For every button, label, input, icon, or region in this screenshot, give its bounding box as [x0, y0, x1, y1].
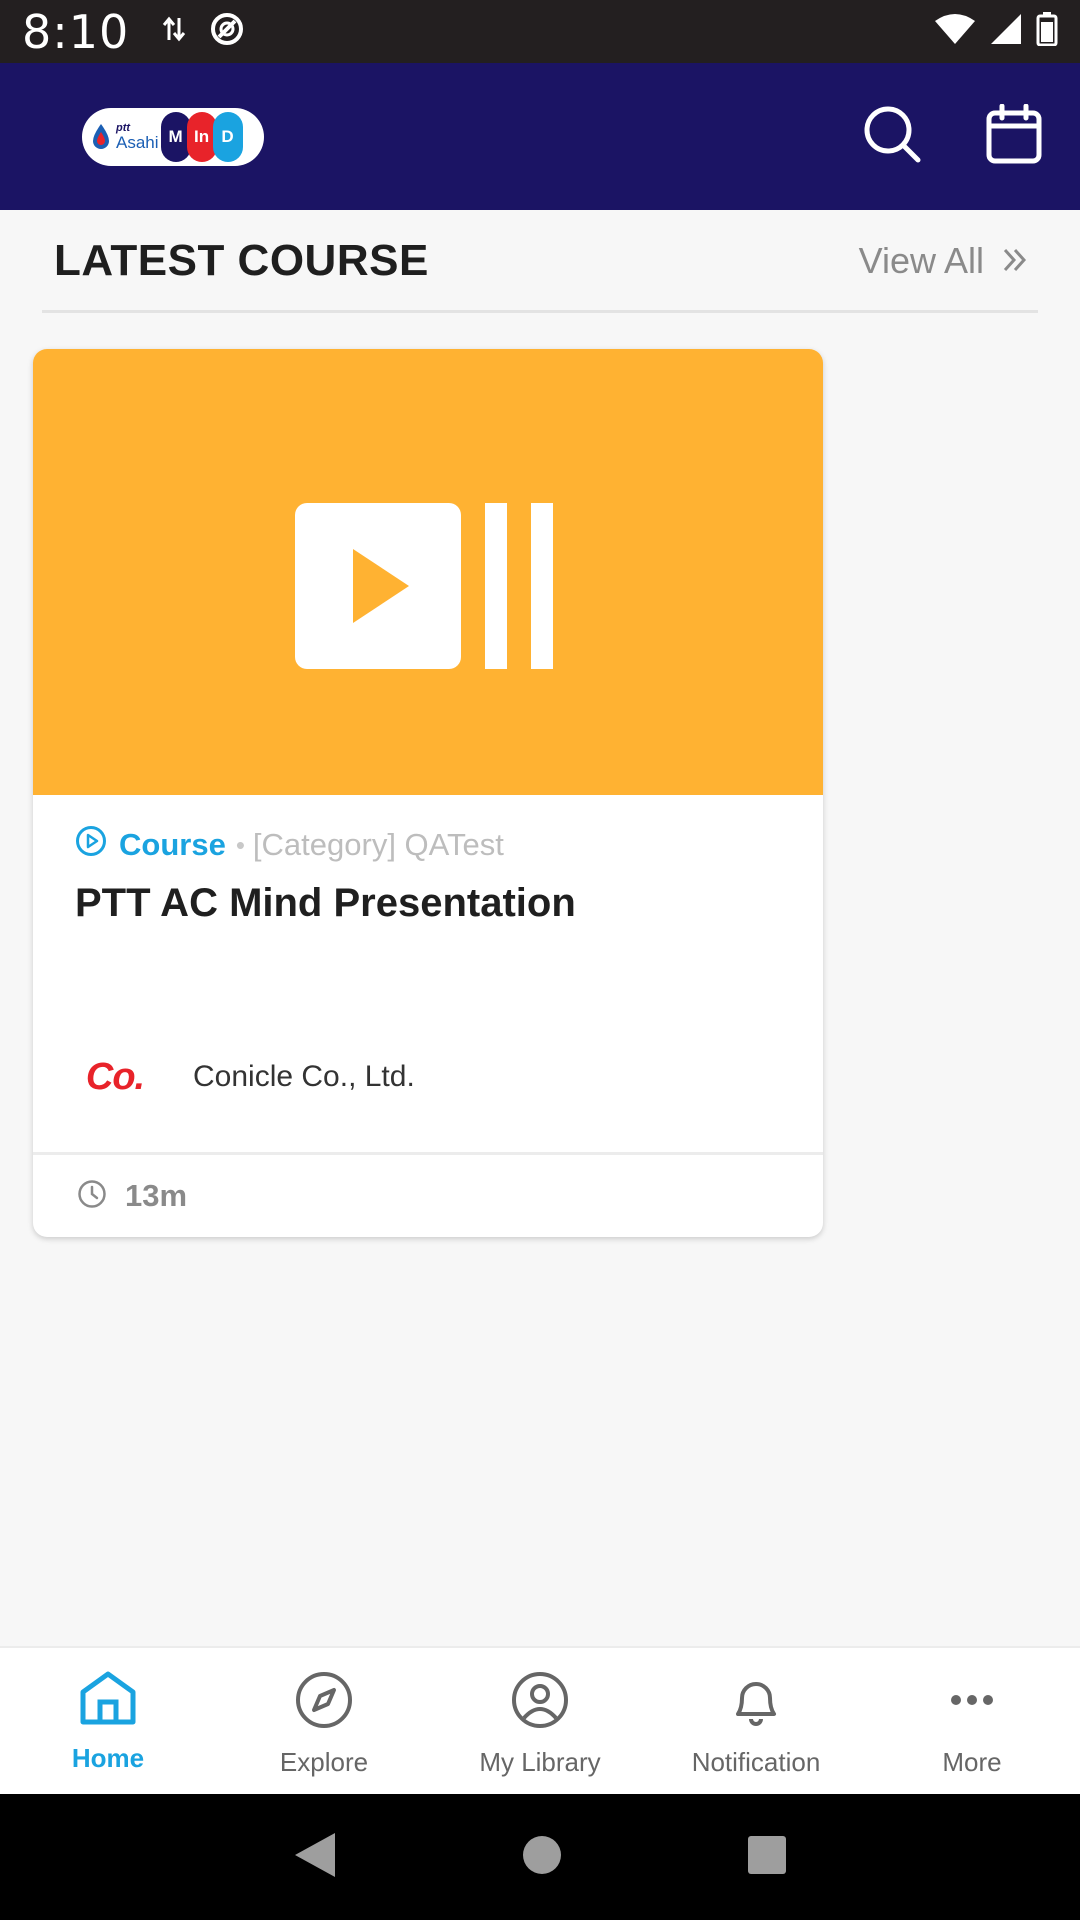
latest-course-header: LATEST COURSE View All: [0, 210, 1080, 312]
more-dots-icon: [942, 1670, 1002, 1735]
nav-label-explore: Explore: [279, 1747, 369, 1777]
app-logo[interactable]: ptt Asahi M In D: [82, 107, 264, 166]
play-circle-icon: [75, 825, 107, 865]
ptt-drop-icon: [90, 123, 112, 151]
top-app-bar: ptt Asahi M In D: [0, 63, 1080, 210]
wifi-icon: [934, 13, 976, 50]
course-card-body: Course • [Category] QATest PTT AC Mind P…: [33, 795, 823, 1152]
section-title: LATEST COURSE: [54, 236, 429, 285]
system-navigation-bar: [0, 1794, 1080, 1920]
bell-icon: [726, 1670, 786, 1735]
view-all-label: View All: [858, 240, 984, 281]
course-thumbnail: [33, 349, 823, 795]
sync-circle-icon: [209, 11, 245, 52]
bottom-navigation: Home Explore My Library Notification Mor…: [0, 1646, 1080, 1794]
cell-signal-icon: [990, 13, 1022, 50]
provider-logo: Co.: [75, 1055, 155, 1099]
search-icon[interactable]: [862, 104, 922, 169]
battery-icon: [1036, 12, 1058, 51]
logo-ptt-text: ptt: [116, 121, 131, 134]
course-card[interactable]: Course • [Category] QATest PTT AC Mind P…: [33, 349, 823, 1237]
nav-item-notification[interactable]: Notification: [648, 1648, 864, 1794]
nav-item-home[interactable]: Home: [0, 1648, 216, 1794]
course-duration: 13m: [125, 1178, 188, 1213]
nav-item-my-library[interactable]: My Library: [432, 1648, 648, 1794]
logo-wordmark: ptt Asahi: [116, 121, 159, 152]
meta-separator: •: [235, 829, 245, 860]
logo-asahi-text: Asahi: [116, 132, 159, 152]
status-bar: 8:10: [0, 0, 1080, 63]
course-meta: Course • [Category] QATest: [75, 821, 781, 869]
view-all-link[interactable]: View All: [859, 240, 1028, 282]
double-chevron-right-icon: [1002, 240, 1028, 282]
home-circle-icon[interactable]: [522, 1835, 562, 1880]
video-play-icon: [295, 503, 559, 676]
status-time: 8:10: [22, 4, 130, 59]
nav-item-more[interactable]: More: [864, 1648, 1080, 1794]
nav-label-home: Home: [71, 1743, 145, 1773]
nav-label-my-library: My Library: [479, 1747, 601, 1777]
back-icon[interactable]: [293, 1831, 337, 1884]
provider-logo-text: Co.: [85, 1055, 145, 1098]
data-transfer-icon: [161, 14, 187, 49]
course-provider: Co. Conicle Co., Ltd.: [75, 1055, 415, 1099]
course-card-footer: 13m: [33, 1155, 823, 1237]
section-divider: [42, 310, 1038, 313]
home-icon: [78, 1670, 138, 1731]
compass-icon: [294, 1670, 354, 1735]
logo-mind-pills: M In D: [160, 111, 243, 162]
nav-label-notification: Notification: [691, 1747, 821, 1777]
logo-pill-d: D: [212, 111, 243, 162]
course-title: PTT AC Mind Presentation: [75, 881, 576, 925]
calendar-icon[interactable]: [986, 103, 1042, 169]
provider-name: Conicle Co., Ltd.: [193, 1060, 415, 1093]
recents-icon[interactable]: [747, 1835, 787, 1880]
nav-item-explore[interactable]: Explore: [216, 1648, 432, 1794]
user-circle-icon: [510, 1670, 570, 1735]
course-category: [Category] QATest: [252, 827, 504, 862]
clock-icon: [77, 1179, 107, 1214]
course-type: Course: [119, 827, 226, 862]
nav-label-more: More: [942, 1747, 1002, 1777]
